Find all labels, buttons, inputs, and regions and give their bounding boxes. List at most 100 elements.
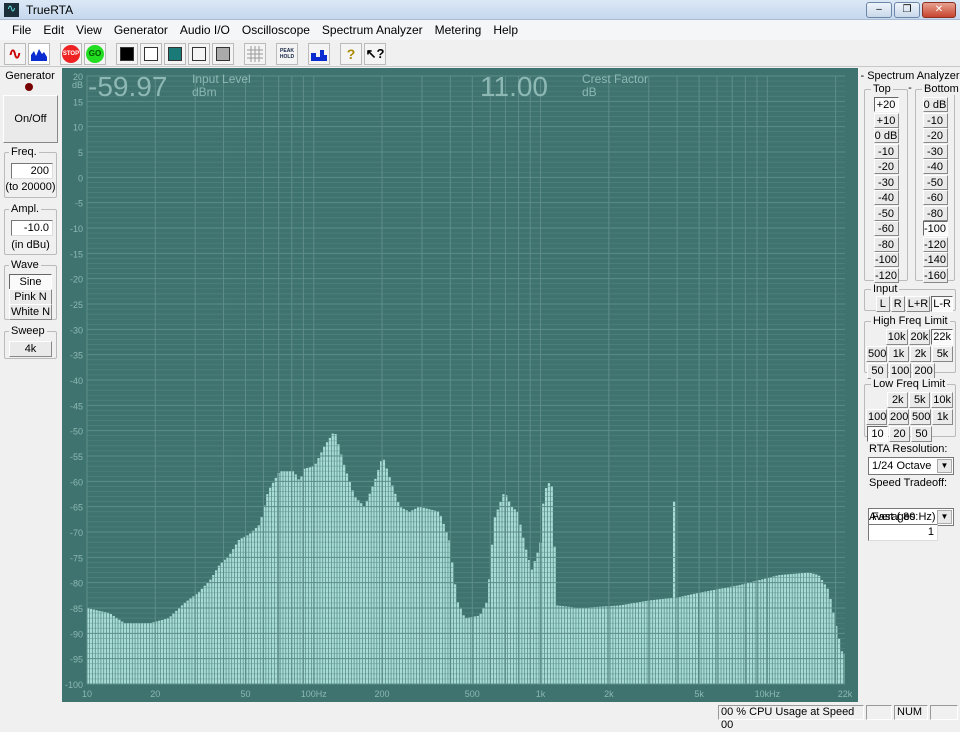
bottom-level-button[interactable]: -120	[922, 236, 948, 252]
black-bg-icon[interactable]	[116, 42, 138, 65]
grid-icon[interactable]	[244, 42, 266, 65]
bottom-level-button[interactable]: 0 dB	[922, 97, 948, 112]
top-level-button[interactable]: -50	[873, 205, 899, 221]
top-level-button[interactable]: -80	[873, 236, 899, 252]
ampl-input[interactable]: -10.0	[11, 220, 53, 236]
top-level-button[interactable]: -100	[873, 252, 899, 267]
top-level-button[interactable]: +10	[873, 112, 899, 128]
top-level-button[interactable]: -10	[873, 143, 899, 159]
stop-icon[interactable]: STOP	[60, 42, 82, 65]
bottom-level-button[interactable]: -50	[922, 174, 948, 190]
chevron-down-icon[interactable]: ▼	[937, 510, 952, 524]
bar-mode-icon[interactable]	[308, 42, 330, 65]
context-help-glyph: ?	[376, 46, 385, 61]
hf-limit-label: High Freq Limit	[871, 315, 950, 327]
hf-limit-22k-button[interactable]: 22k	[931, 329, 953, 345]
close-button[interactable]: ✕	[922, 2, 956, 18]
peak-hold-icon[interactable]: PEAK HOLD	[276, 42, 298, 65]
freq-input[interactable]: 200	[11, 163, 53, 179]
minimize-button[interactable]: –	[866, 2, 892, 18]
bottom-level-button[interactable]: -60	[922, 190, 948, 205]
input-r-button[interactable]: R	[890, 296, 905, 312]
bottom-level-button[interactable]: -30	[922, 143, 948, 159]
spectrum-bar	[681, 596, 684, 684]
freq-label: Freq.	[9, 146, 39, 158]
top-level-button[interactable]: -20	[873, 159, 899, 174]
spectrum-bar	[735, 585, 738, 684]
menu-view[interactable]: View	[70, 20, 108, 40]
top-level-button[interactable]: -120	[873, 267, 899, 283]
gray-bg-icon[interactable]	[212, 42, 234, 65]
wave-white-noise-button[interactable]: White N	[9, 304, 52, 320]
lf-limit-5k-button[interactable]: 5k	[909, 392, 931, 408]
light-bg-icon[interactable]	[188, 42, 210, 65]
menu-metering[interactable]: Metering	[429, 20, 488, 40]
lf-limit-row: 10 20 50	[867, 426, 953, 442]
menu-oscilloscope[interactable]: Oscilloscope	[236, 20, 316, 40]
bottom-level-button[interactable]: -140	[922, 252, 948, 267]
top-level-button[interactable]: -40	[873, 190, 899, 205]
menu-audio-io[interactable]: Audio I/O	[174, 20, 236, 40]
menu-generator[interactable]: Generator	[108, 20, 174, 40]
lf-limit-100-button[interactable]: 100	[866, 409, 887, 425]
hf-limit-50-button[interactable]: 50	[867, 363, 888, 379]
menu-file[interactable]: File	[6, 20, 37, 40]
lf-limit-50-button[interactable]: 50	[911, 426, 932, 442]
y-tick-label: -90	[70, 629, 83, 639]
hf-limit-500-button[interactable]: 500	[866, 346, 887, 362]
top-level-button[interactable]: 0 dB	[873, 128, 899, 143]
bottom-level-button[interactable]: -10	[922, 112, 948, 128]
hf-limit-20k-button[interactable]: 20k	[908, 329, 931, 345]
lf-limit-10k-button[interactable]: 10k	[931, 392, 953, 408]
input-l+r-button[interactable]: L+R	[905, 296, 931, 312]
input-l-r-button[interactable]: L-R	[931, 296, 953, 312]
spectrum-bar	[550, 486, 553, 684]
lf-limit-20-button[interactable]: 20	[889, 426, 910, 442]
bottom-level-button[interactable]: -20	[922, 128, 948, 143]
spectrum-bar	[382, 459, 386, 684]
spectrum-bar	[556, 605, 559, 684]
y-tick-label: -40	[70, 376, 83, 386]
go-icon[interactable]: GO	[84, 42, 106, 65]
lf-limit-500-button[interactable]: 500	[910, 409, 931, 425]
lf-limit-2k-button[interactable]: 2k	[887, 392, 909, 408]
white-bg-icon[interactable]	[140, 42, 162, 65]
hf-limit-200-button[interactable]: 200	[912, 363, 935, 379]
hf-limit-100-button[interactable]: 100	[889, 363, 912, 379]
spectrum-bar	[294, 474, 297, 684]
menu-edit[interactable]: Edit	[37, 20, 70, 40]
bottom-level-button[interactable]: -40	[922, 159, 948, 174]
sweep-button[interactable]: 4k	[9, 341, 52, 357]
crest-factor-caption: Crest Factor	[582, 72, 649, 86]
maximize-button[interactable]: ❐	[894, 2, 920, 18]
bottom-level-button[interactable]: -80	[922, 205, 948, 221]
top-level-button[interactable]: -60	[873, 221, 899, 236]
wave-sine-button[interactable]: Sine	[9, 274, 52, 290]
bottom-level-button[interactable]: -160	[922, 267, 948, 283]
lf-limit-1k-button[interactable]: 1k	[932, 409, 953, 425]
lf-limit-200-button[interactable]: 200	[888, 409, 909, 425]
top-level-button[interactable]: +20	[873, 97, 899, 112]
hf-limit-5k-button[interactable]: 5k	[932, 346, 953, 362]
bottom-level-button[interactable]: -100	[922, 221, 948, 236]
rta-resolution-select[interactable]: 1/24 Octave ▼	[868, 457, 954, 475]
averages-input[interactable]: 1	[868, 524, 938, 541]
hf-limit-2k-button[interactable]: 2k	[910, 346, 931, 362]
input-l-button[interactable]: L	[875, 296, 890, 312]
generator-onoff-button[interactable]: On/Off	[3, 95, 58, 143]
top-level-button[interactable]: -30	[873, 174, 899, 190]
oscilloscope-icon[interactable]: ∿	[4, 42, 26, 65]
wave-pink-noise-button[interactable]: Pink N	[9, 289, 52, 305]
teal-bg-icon[interactable]	[164, 42, 186, 65]
chevron-down-icon[interactable]: ▼	[937, 459, 952, 473]
context-help-icon[interactable]: ↖?	[364, 42, 386, 65]
generator-led	[25, 83, 33, 91]
help-icon[interactable]: ?	[340, 42, 362, 65]
lf-limit-10-button[interactable]: 10	[867, 426, 888, 442]
menu-help[interactable]: Help	[487, 20, 524, 40]
hf-limit-1k-button[interactable]: 1k	[888, 346, 909, 362]
spectrum-bar	[425, 508, 428, 684]
spectrum-icon[interactable]	[28, 42, 50, 65]
menu-spectrum-analyzer[interactable]: Spectrum Analyzer	[316, 20, 429, 40]
hf-limit-10k-button[interactable]: 10k	[885, 329, 908, 345]
